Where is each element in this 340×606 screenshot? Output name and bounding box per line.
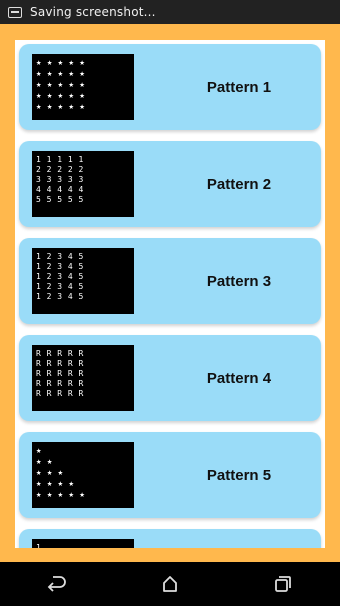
preview-row: 1 2 3 4 5 — [36, 292, 84, 301]
pattern-title: Pattern 1 — [206, 78, 272, 96]
home-button[interactable] — [140, 562, 200, 606]
recents-button[interactable] — [253, 562, 313, 606]
preview-row: ★ — [36, 446, 42, 456]
pattern-preview-2: 1 1 1 1 1 2 2 2 2 2 3 3 3 3 3 4 4 4 4 4 … — [32, 151, 134, 217]
preview-row: 2 2 2 2 2 — [36, 165, 84, 174]
pattern-card-3[interactable]: 1 2 3 4 5 1 2 3 4 5 1 2 3 4 5 1 2 3 4 5 … — [19, 238, 321, 324]
pattern-title — [169, 529, 309, 548]
pattern-title: Pattern 5 — [206, 466, 272, 484]
pattern-card-5[interactable]: ★ ★ ★ ★ ★ ★ ★ ★ ★ ★ ★ ★ ★ ★ ★ Pattern 5 — [19, 432, 321, 518]
pattern-preview-6: 1 — [32, 539, 134, 548]
preview-row: R R R R R — [36, 379, 84, 388]
preview-row: ★ ★ ★ ★ ★ — [36, 58, 85, 68]
preview-row: R R R R R — [36, 369, 84, 378]
preview-row: ★ ★ — [36, 457, 53, 467]
navigation-bar — [0, 562, 340, 606]
back-icon — [47, 576, 66, 592]
preview-row: R R R R R — [36, 389, 84, 398]
pattern-card-4[interactable]: R R R R R R R R R R R R R R R R R R R R … — [19, 335, 321, 421]
pattern-preview-3: 1 2 3 4 5 1 2 3 4 5 1 2 3 4 5 1 2 3 4 5 … — [32, 248, 134, 314]
pattern-preview-5: ★ ★ ★ ★ ★ ★ ★ ★ ★ ★ ★ ★ ★ ★ ★ — [32, 442, 134, 508]
preview-row: 1 2 3 4 5 — [36, 282, 84, 291]
pattern-title: Pattern 4 — [206, 369, 272, 387]
preview-row: ★ ★ ★ ★ ★ — [36, 102, 85, 112]
recents-icon — [275, 576, 292, 592]
notification-text: Saving screenshot... — [30, 5, 156, 19]
status-bar: Saving screenshot... — [0, 0, 340, 24]
preview-row: R R R R R — [36, 359, 84, 368]
preview-row: 1 2 3 4 5 — [36, 262, 84, 271]
back-button[interactable] — [27, 562, 87, 606]
preview-row: ★ ★ ★ ★ ★ — [36, 69, 85, 79]
preview-row: 1 2 3 4 5 — [36, 272, 84, 281]
preview-row: 1 2 3 4 5 — [36, 252, 84, 261]
pattern-card-6[interactable]: 1 — [19, 529, 321, 548]
home-icon — [163, 576, 177, 592]
pattern-title: Pattern 3 — [206, 272, 272, 290]
preview-row: ★ ★ ★ ★ — [36, 479, 74, 489]
preview-row: 1 1 1 1 1 — [36, 155, 84, 164]
preview-row: R R R R R — [36, 349, 84, 358]
pattern-preview-1: ★ ★ ★ ★ ★ ★ ★ ★ ★ ★ ★ ★ ★ ★ ★ ★ ★ ★ ★ ★ … — [32, 54, 134, 120]
preview-row: ★ ★ ★ — [36, 468, 64, 478]
preview-row: 4 4 4 4 4 — [36, 185, 84, 194]
preview-row: 5 5 5 5 5 — [36, 195, 84, 204]
preview-row: 3 3 3 3 3 — [36, 175, 84, 184]
preview-row: 1 — [36, 543, 42, 548]
pattern-list[interactable]: ★ ★ ★ ★ ★ ★ ★ ★ ★ ★ ★ ★ ★ ★ ★ ★ ★ ★ ★ ★ … — [15, 40, 325, 548]
pattern-title: Pattern 2 — [206, 175, 272, 193]
preview-row: ★ ★ ★ ★ ★ — [36, 80, 85, 90]
screenshot-notification-icon — [8, 6, 22, 18]
preview-row: ★ ★ ★ ★ ★ — [36, 91, 85, 101]
pattern-preview-4: R R R R R R R R R R R R R R R R R R R R … — [32, 345, 134, 411]
preview-row: ★ ★ ★ ★ ★ — [36, 490, 85, 500]
pattern-card-1[interactable]: ★ ★ ★ ★ ★ ★ ★ ★ ★ ★ ★ ★ ★ ★ ★ ★ ★ ★ ★ ★ … — [19, 44, 321, 130]
pattern-card-2[interactable]: 1 1 1 1 1 2 2 2 2 2 3 3 3 3 3 4 4 4 4 4 … — [19, 141, 321, 227]
